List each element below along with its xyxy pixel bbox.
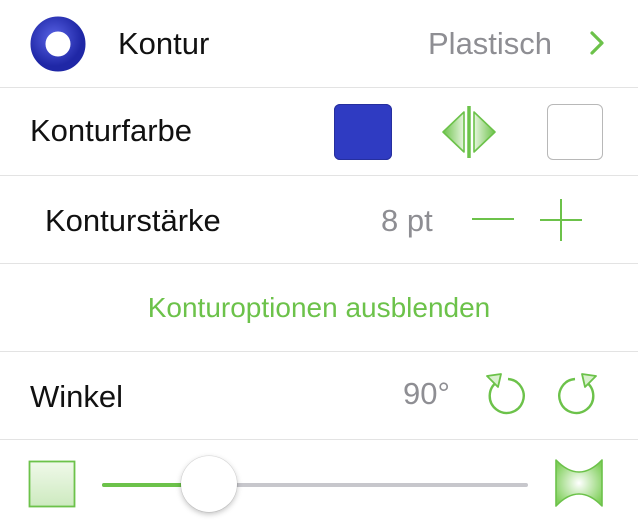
- stroke-row[interactable]: Kontur Plastisch: [0, 0, 638, 88]
- primary-color-swatch[interactable]: [334, 104, 392, 160]
- shape-slider-thumb[interactable]: [180, 456, 237, 512]
- stroke-style-value: Plastisch: [428, 26, 553, 61]
- rotate-counterclockwise-icon[interactable]: [483, 370, 533, 420]
- decrease-width-icon[interactable]: [470, 204, 516, 234]
- chevron-right-icon[interactable]: [588, 28, 606, 58]
- stroke-style-ring-icon: [30, 16, 86, 72]
- rotate-clockwise-icon[interactable]: [550, 370, 600, 420]
- stroke-color-row: Konturfarbe: [0, 88, 638, 176]
- increase-width-icon[interactable]: [538, 198, 584, 242]
- pinched-shape-icon: [555, 459, 603, 507]
- angle-label: Winkel: [30, 379, 124, 414]
- secondary-color-swatch[interactable]: [547, 104, 603, 160]
- stroke-width-row: Konturstärke 8 pt: [0, 176, 638, 264]
- options-row: Konturoptionen ausblenden: [0, 264, 638, 352]
- hide-stroke-options-link[interactable]: Konturoptionen ausblenden: [0, 292, 638, 324]
- swap-colors-icon[interactable]: [440, 104, 498, 160]
- stroke-color-label: Konturfarbe: [30, 113, 192, 148]
- angle-value: 90°: [403, 376, 450, 411]
- angle-row: Winkel 90°: [0, 352, 638, 440]
- square-shape-icon: [28, 460, 76, 508]
- stroke-label: Kontur: [118, 26, 210, 61]
- stroke-width-label: Konturstärke: [45, 203, 221, 238]
- shape-slider-row: [0, 440, 638, 527]
- shape-slider-track[interactable]: [102, 483, 528, 487]
- stroke-width-value: 8 pt: [381, 203, 433, 238]
